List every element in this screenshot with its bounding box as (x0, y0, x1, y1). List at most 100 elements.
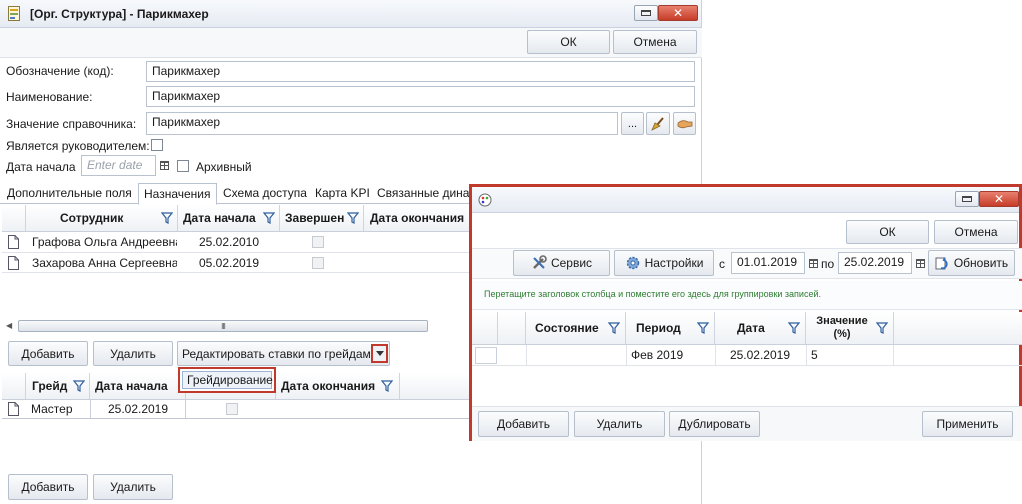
archived-checkbox[interactable] (177, 160, 189, 172)
name-label: Наименование: (6, 90, 93, 104)
code-label: Обозначение (код): (6, 64, 114, 78)
cancel-button[interactable]: Отмена (613, 30, 697, 54)
tab-assignments[interactable]: Назначения (138, 183, 217, 205)
table-row[interactable]: Мастер 25.02.2019 (2, 400, 470, 419)
name-field[interactable]: Парикмахер (146, 86, 695, 107)
employee-cell: Графова Ольга Андреевна (32, 235, 177, 249)
horizontal-scrollbar[interactable]: ◀ III (4, 319, 470, 333)
filter-icon[interactable] (161, 212, 173, 224)
delete-assignment-button[interactable]: Удалить (93, 341, 173, 366)
row-indicator-header (472, 312, 498, 344)
reference-open-button[interactable] (673, 112, 696, 135)
hand-icon (677, 118, 693, 130)
delete-rate-button[interactable]: Удалить (574, 411, 665, 437)
state-cell (526, 345, 626, 365)
to-label: по (821, 257, 835, 271)
main-window-title: [Орг. Структура] - Парикмахер (30, 7, 209, 21)
filter-icon[interactable] (608, 322, 620, 334)
group-panel[interactable]: Перетащите заголовок столбца и поместите… (472, 281, 1022, 310)
filter-icon[interactable] (347, 212, 359, 224)
rates-window: ✕ ОК Отмена Сервис Настройки с 01.01.201… (469, 184, 1022, 441)
close-button[interactable]: ✕ (979, 191, 1019, 207)
main-titlebar: [Орг. Структура] - Парикмахер ✕ (0, 0, 701, 28)
completed-column-header[interactable]: Завершен (280, 205, 364, 231)
is-head-checkbox[interactable] (151, 139, 163, 151)
document-icon (8, 256, 19, 270)
scroll-left-icon[interactable]: ◀ (6, 321, 12, 330)
minimize-button[interactable] (634, 5, 658, 21)
value-cell: 5 (806, 345, 894, 365)
document-icon (8, 235, 19, 249)
to-calendar-icon[interactable] (914, 255, 926, 271)
expand-column-header (498, 312, 526, 344)
tab-related[interactable]: Связанные дина (372, 183, 474, 203)
state-column-header[interactable]: Состояние (526, 312, 626, 344)
filter-icon[interactable] (381, 380, 393, 392)
close-icon: ✕ (672, 6, 684, 20)
value-column-header[interactable]: Значение (%) (806, 312, 894, 344)
from-calendar-icon[interactable] (807, 255, 819, 271)
table-row[interactable]: Фев 2019 25.02.2019 5 (472, 345, 1022, 366)
dropdown-arrow-button[interactable] (371, 344, 388, 363)
tab-additional-fields[interactable]: Дополнительные поля (2, 183, 137, 203)
calendar-icon[interactable] (158, 157, 170, 173)
date-column-header[interactable]: Дата (715, 312, 806, 344)
group-hint-text: Перетащите заголовок столбца и поместите… (484, 289, 821, 299)
delete-grade-button[interactable]: Удалить (93, 474, 173, 500)
tab-kpi-map[interactable]: Карта KPI (310, 183, 375, 203)
code-field[interactable]: Парикмахер (146, 61, 695, 82)
assign-start-column-header[interactable]: Дата начала (178, 205, 280, 231)
to-date-field[interactable]: 25.02.2019 (838, 252, 912, 274)
add-rate-button[interactable]: Добавить (478, 411, 569, 437)
tools-icon (531, 255, 547, 271)
add-assignment-button[interactable]: Добавить (8, 341, 88, 366)
close-icon: ✕ (993, 192, 1005, 206)
cancel-button[interactable]: Отмена (934, 220, 1018, 244)
start-date-field[interactable]: Enter date (81, 155, 156, 176)
close-button[interactable]: ✕ (658, 5, 698, 21)
filter-icon[interactable] (697, 322, 709, 334)
table-row[interactable]: Графова Ольга Андреевна 25.02.2010 (2, 232, 470, 253)
assign-end-column-header[interactable]: Дата окончания (364, 205, 470, 231)
grade-start-cell: 25.02.2019 (90, 400, 186, 418)
grade-column-header[interactable]: Грейд (26, 373, 90, 399)
ok-button[interactable]: ОК (846, 220, 929, 244)
row-indicator (475, 347, 497, 364)
grade-start-column-header[interactable]: Дата начала (90, 373, 186, 399)
scroll-grip: III (221, 321, 226, 331)
completed-checkbox (312, 236, 324, 248)
refresh-button[interactable]: Обновить (928, 250, 1015, 276)
column-selector-header (2, 205, 26, 231)
filter-icon[interactable] (876, 322, 888, 334)
duplicate-rate-button[interactable]: Дублировать (669, 411, 760, 437)
from-date-field[interactable]: 01.01.2019 (731, 252, 805, 274)
filter-icon[interactable] (263, 212, 275, 224)
palette-icon (478, 193, 492, 207)
employee-cell: Захарова Анна Сергеевна (32, 255, 177, 270)
filter-icon[interactable] (73, 380, 85, 392)
settings-button[interactable]: Настройки (614, 250, 714, 276)
period-cell: Фев 2019 (626, 345, 715, 365)
dropdown-menu: Грейдирование (178, 367, 276, 393)
reference-browse-button[interactable]: ... (621, 112, 644, 135)
apply-button[interactable]: Применить (922, 411, 1013, 437)
add-grade-button[interactable]: Добавить (8, 474, 88, 500)
service-button[interactable]: Сервис (513, 250, 610, 276)
broom-icon (650, 116, 666, 131)
dropdown-item-grading[interactable]: Грейдирование (182, 371, 273, 389)
completed-checkbox (312, 257, 324, 269)
table-row[interactable]: Захарова Анна Сергеевна 05.02.2019 (2, 253, 470, 273)
period-column-header[interactable]: Период (626, 312, 715, 344)
reference-field[interactable]: Парикмахер (146, 112, 618, 135)
is-head-label: Является руководителем: (6, 139, 150, 153)
reference-clear-button[interactable] (646, 112, 670, 135)
tab-access-scheme[interactable]: Схема доступа (218, 183, 312, 203)
scroll-thumb[interactable]: III (18, 320, 428, 332)
filter-icon[interactable] (788, 322, 800, 334)
minimize-button[interactable] (955, 191, 979, 207)
employee-column-header[interactable]: Сотрудник (26, 205, 178, 231)
ok-button[interactable]: ОК (527, 30, 610, 54)
assignments-grid-header: Сотрудник Дата начала Завершен Дата окон… (2, 205, 470, 232)
edit-rates-dropdown[interactable]: Редактировать ставки по грейдам (177, 341, 390, 366)
grade-end-column-header[interactable]: Дата окончания (276, 373, 400, 399)
